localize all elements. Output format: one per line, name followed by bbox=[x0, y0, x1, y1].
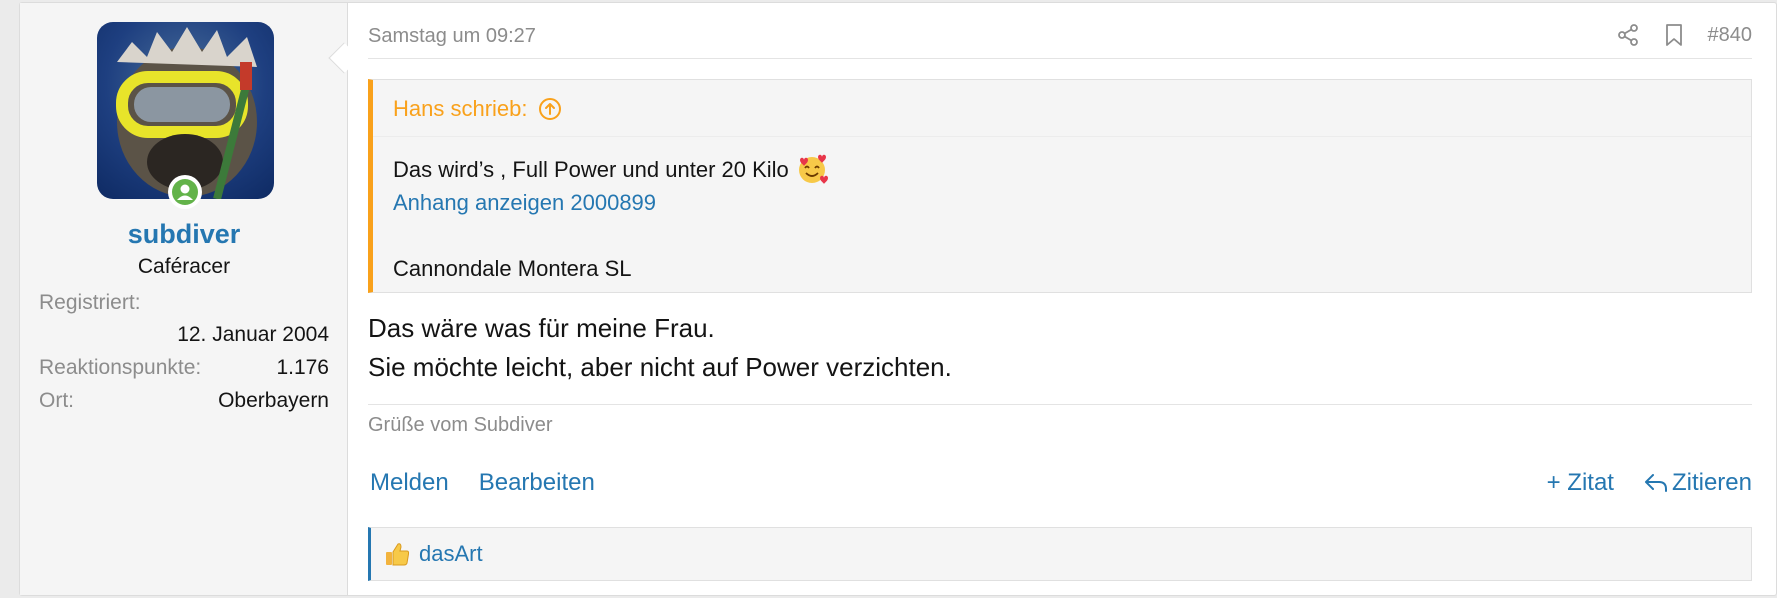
post-date[interactable]: Samstag um 09:27 bbox=[368, 25, 536, 48]
go-to-quote-icon[interactable] bbox=[538, 97, 562, 121]
quote-text-line: Das wird’s , Full Power und unter 20 Kil… bbox=[393, 156, 789, 182]
reaction-users[interactable]: dasArt bbox=[419, 541, 483, 567]
signature: Grüße vom Subdiver bbox=[368, 414, 553, 436]
reaction-points-value: 1.176 bbox=[276, 356, 329, 379]
post-main: Samstag um 09:27 #840 Hans schrieb: Das … bbox=[368, 3, 1776, 595]
message-body: Das wäre was für meine Frau. Sie möchte … bbox=[368, 309, 952, 387]
reaction-points-row: Reaktionspunkte: 1.176 bbox=[39, 356, 329, 380]
registered-value: 12. Januar 2004 bbox=[177, 323, 329, 346]
reply-button[interactable]: Zitieren bbox=[1644, 469, 1752, 497]
message-line: Sie möchte leicht, aber nicht auf Power … bbox=[368, 352, 952, 382]
location-value: Oberbayern bbox=[218, 389, 329, 412]
online-status-badge bbox=[168, 175, 202, 209]
user-online-icon bbox=[172, 179, 198, 205]
edit-button[interactable]: Bearbeiten bbox=[479, 469, 595, 497]
user-info-panel: subdiver Caféracer Registriert: 12. Janu… bbox=[20, 3, 348, 595]
post-actions: Melden Bearbeiten + Zitat Zitieren bbox=[370, 469, 1752, 505]
bookmark-icon[interactable] bbox=[1664, 23, 1684, 47]
quote-content: Das wird’s , Full Power und unter 20 Kil… bbox=[393, 152, 829, 285]
message-post: subdiver Caféracer Registriert: 12. Janu… bbox=[19, 2, 1777, 596]
quote-block: Hans schrieb: Das wird’s , Full Power un… bbox=[368, 79, 1752, 293]
quote-header[interactable]: Hans schrieb: bbox=[373, 80, 1751, 137]
post-header: Samstag um 09:27 #840 bbox=[368, 3, 1752, 59]
registered-row: Registriert: 12. Januar 2004 bbox=[39, 291, 329, 346]
avatar-image bbox=[116, 27, 257, 199]
report-button[interactable]: Melden bbox=[370, 469, 449, 497]
username[interactable]: subdiver bbox=[20, 219, 348, 250]
location-label: Ort: bbox=[39, 389, 74, 412]
reply-arrow-icon bbox=[1644, 474, 1667, 492]
user-title: Caféracer bbox=[137, 255, 231, 278]
share-icon[interactable] bbox=[1616, 23, 1640, 47]
quote-text-line: Cannondale Montera SL bbox=[393, 256, 632, 281]
reaction-points-label: Reaktionspunkte: bbox=[39, 356, 202, 379]
quote-author[interactable]: Hans schrieb: bbox=[393, 96, 528, 122]
attachment-link[interactable]: Anhang anzeigen 2000899 bbox=[393, 186, 829, 219]
user-avatar[interactable] bbox=[97, 22, 274, 199]
registered-label: Registriert: bbox=[39, 291, 141, 314]
signature-divider bbox=[368, 404, 1752, 405]
reply-button-label: Zitieren bbox=[1671, 469, 1752, 496]
message-line: Das wäre was für meine Frau. bbox=[368, 313, 715, 343]
post-number[interactable]: #840 bbox=[1708, 24, 1753, 47]
smiling-hearts-emoji-icon bbox=[798, 154, 828, 184]
reactions-bar: dasArt bbox=[368, 527, 1752, 581]
location-row: Ort: Oberbayern bbox=[39, 389, 329, 413]
thumbs-up-icon bbox=[386, 543, 410, 566]
multiquote-button[interactable]: + Zitat bbox=[1547, 469, 1614, 497]
